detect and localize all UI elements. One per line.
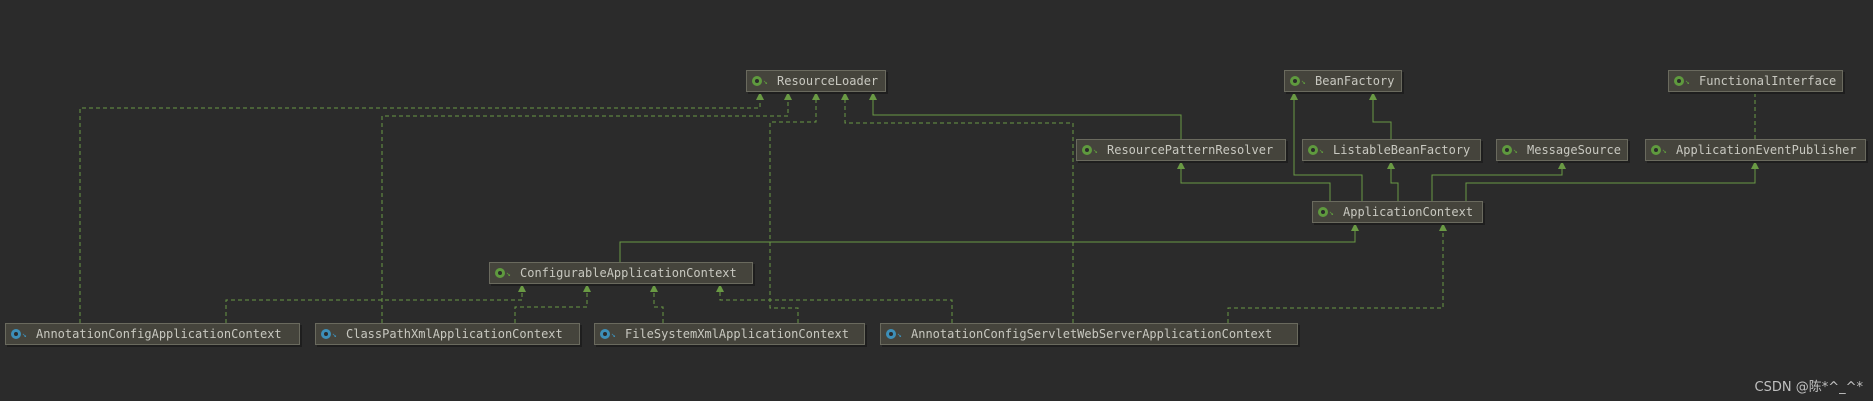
edge-ConfigurableApplicationContext-to-ApplicationContext	[619, 223, 1356, 262]
class-icon: ↘	[320, 324, 340, 344]
class-icon: ↘	[10, 324, 30, 344]
node-label: ApplicationContext	[1343, 205, 1474, 219]
interface-icon: ↘	[494, 263, 514, 283]
arrowhead	[1290, 92, 1298, 100]
node-AnnotationConfigServletWebServerApplicationContext[interactable]: ↘ AnnotationConfigServletWebServerApplica…	[880, 323, 1298, 345]
interface-icon: ↘	[1650, 140, 1670, 160]
node-label: ResourcePatternResolver	[1107, 143, 1274, 157]
edge-ApplicationContext-to-MessageSource	[1431, 161, 1563, 201]
node-FileSystemXmlApplicationContext[interactable]: ↘ FileSystemXmlApplicationContext	[594, 323, 865, 345]
arrowhead	[812, 92, 820, 100]
arrowhead	[650, 284, 658, 292]
arrowhead	[1351, 223, 1359, 231]
interface-icon: ↘	[1307, 140, 1327, 160]
node-label: FunctionalInterface	[1699, 74, 1837, 88]
node-ConfigurableApplicationContext[interactable]: ↘ ConfigurableApplicationContext	[489, 262, 753, 284]
arrowhead	[716, 284, 724, 292]
node-label: AnnotationConfigServletWebServerApplicat…	[911, 327, 1273, 341]
watermark: CSDN @陈*^_^*	[1754, 380, 1863, 395]
arrowhead	[1387, 161, 1395, 169]
class-icon: ↘	[885, 324, 905, 344]
arrowhead	[784, 92, 792, 100]
edge-AnnotationConfigServletWebServerApplicationContext-to-ResourceLoader	[844, 92, 1074, 323]
edge-ClassPathXmlApplicationContext-to-ConfigurableApplicationContext	[514, 284, 588, 323]
arrowhead	[1439, 223, 1447, 231]
arrowhead	[869, 92, 877, 100]
node-label: ConfigurableApplicationContext	[520, 266, 737, 280]
node-label: FileSystemXmlApplicationContext	[625, 327, 849, 341]
node-FunctionalInterface[interactable]: ↘ FunctionalInterface	[1668, 70, 1843, 92]
node-ApplicationContext[interactable]: ↘ ApplicationContext	[1312, 201, 1483, 223]
node-MessageSource[interactable]: ↘ MessageSource	[1496, 139, 1628, 161]
arrowhead	[1369, 92, 1377, 100]
node-label: ListableBeanFactory	[1333, 143, 1471, 157]
class-icon: ↘	[599, 324, 619, 344]
interface-icon: ↘	[1317, 202, 1337, 222]
node-ApplicationEventPublisher[interactable]: ↘ ApplicationEventPublisher	[1645, 139, 1866, 161]
node-label: AnnotationConfigApplicationContext	[36, 327, 282, 341]
arrowhead	[841, 92, 849, 100]
arrowhead	[518, 284, 526, 292]
edge-AnnotationConfigApplicationContext-to-ResourceLoader	[79, 92, 761, 323]
node-label: BeanFactory	[1315, 74, 1395, 88]
node-ListableBeanFactory[interactable]: ↘ ListableBeanFactory	[1302, 139, 1481, 161]
arrowhead	[1177, 161, 1185, 169]
node-ResourceLoader[interactable]: ↘ ResourceLoader	[746, 70, 886, 92]
node-label: ClassPathXmlApplicationContext	[346, 327, 563, 341]
interface-icon: ↘	[1501, 140, 1521, 160]
edge-AnnotationConfigApplicationContext-to-ConfigurableApplicationContext	[225, 284, 523, 323]
arrowhead	[1558, 161, 1566, 169]
node-label: ResourceLoader	[777, 74, 879, 88]
interface-icon: ↘	[1289, 71, 1309, 91]
node-label: ApplicationEventPublisher	[1676, 143, 1857, 157]
edge-AnnotationConfigServletWebServerApplicationContext-to-ApplicationContext	[1227, 223, 1444, 323]
edge-ResourcePatternResolver-to-ResourceLoader	[872, 92, 1182, 139]
node-ResourcePatternResolver[interactable]: ↘ ResourcePatternResolver	[1076, 139, 1286, 161]
interface-icon: ↘	[751, 71, 771, 91]
node-label: MessageSource	[1527, 143, 1621, 157]
node-BeanFactory[interactable]: ↘ BeanFactory	[1284, 70, 1402, 92]
interface-icon: ↘	[1081, 140, 1101, 160]
node-AnnotationConfigApplicationContext[interactable]: ↘ AnnotationConfigApplicationContext	[5, 323, 300, 345]
edge-FileSystemXmlApplicationContext-to-ResourceLoader	[769, 92, 817, 323]
edge-AnnotationConfigServletWebServerApplicationContext-to-ConfigurableApplicationContext	[719, 284, 953, 323]
arrowhead	[583, 284, 591, 292]
annotation-icon: ↘	[1673, 71, 1693, 91]
node-ClassPathXmlApplicationContext[interactable]: ↘ ClassPathXmlApplicationContext	[315, 323, 580, 345]
arrowhead	[1751, 161, 1759, 169]
arrowhead	[756, 92, 764, 100]
edge-ApplicationContext-to-ResourcePatternResolver	[1180, 161, 1331, 201]
edge-ApplicationContext-to-ApplicationEventPublisher	[1465, 161, 1756, 201]
